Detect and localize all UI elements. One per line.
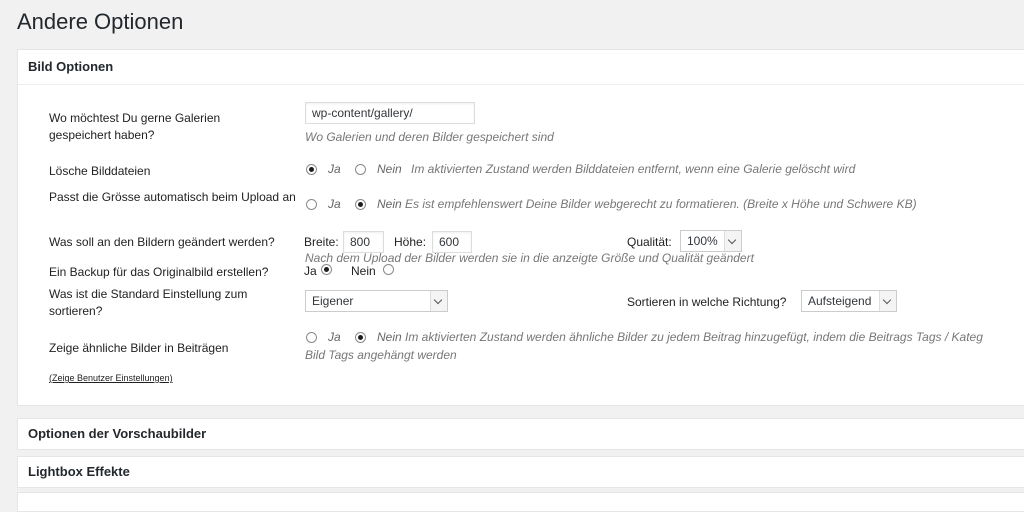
delete-files-description: Im aktivierten Zustand werden Bilddateie… bbox=[411, 162, 856, 176]
next-panel bbox=[17, 492, 1024, 512]
thumbnail-options-panel: Optionen der Vorschaubilder bbox=[17, 418, 1024, 450]
related-no-label: Nein bbox=[377, 330, 402, 344]
delete-files-yes-label: Ja bbox=[328, 162, 341, 176]
delete-files-yes-radio[interactable] bbox=[306, 164, 317, 175]
backup-no-radio[interactable] bbox=[383, 264, 394, 275]
auto-resize-yes-label: Ja bbox=[328, 197, 341, 211]
sort-direction-value: Aufsteigend bbox=[808, 294, 872, 308]
backup-label: Ein Backup für das Originalbild erstelle… bbox=[49, 265, 269, 279]
backup-yes-radio[interactable] bbox=[321, 264, 332, 275]
sort-label: Was ist die Standard Einstellung zum sor… bbox=[49, 287, 248, 318]
chevron-down-icon bbox=[724, 231, 741, 251]
auto-resize-no-label: Nein bbox=[377, 197, 402, 211]
auto-resize-label: Passt die Grösse automatisch beim Upload… bbox=[49, 190, 296, 204]
user-settings-link[interactable]: (Zeige Benutzer Einstellungen) bbox=[49, 373, 173, 383]
related-images-label: Zeige ähnliche Bilder in Beiträgen bbox=[49, 341, 229, 355]
related-description-line1: Im aktivierten Zustand werden ähnliche B… bbox=[405, 330, 983, 344]
chevron-down-icon bbox=[430, 291, 447, 311]
sort-direction-label: Sortieren in welche Richtung? bbox=[627, 295, 787, 309]
gallery-path-input[interactable]: wp-content/gallery/ bbox=[305, 102, 475, 124]
delete-files-label: Lösche Bilddateien bbox=[49, 164, 151, 178]
auto-resize-no-radio[interactable] bbox=[355, 199, 366, 210]
page-title: Andere Optionen bbox=[17, 9, 184, 34]
lightbox-effects-panel: Lightbox Effekte bbox=[17, 456, 1024, 488]
backup-no-label: Nein bbox=[351, 264, 376, 278]
related-no-radio[interactable] bbox=[355, 332, 366, 343]
height-label: Höhe: bbox=[394, 235, 427, 249]
gallery-path-label: Wo möchtest Du gerne Galerien gespeicher… bbox=[49, 111, 221, 142]
auto-resize-yes-radio[interactable] bbox=[306, 199, 317, 210]
gallery-path-description: Wo Galerien und deren Bilder gespeichert… bbox=[305, 130, 554, 144]
quality-select[interactable]: 100% bbox=[680, 230, 742, 252]
delete-files-no-radio[interactable] bbox=[355, 164, 366, 175]
backup-yes-label: Ja bbox=[304, 264, 317, 278]
related-description-line2: Bild Tags angehängt werden bbox=[305, 348, 457, 362]
quality-value: 100% bbox=[687, 234, 718, 248]
chevron-down-icon bbox=[879, 291, 896, 311]
image-options-heading[interactable]: Bild Optionen bbox=[18, 50, 1024, 85]
resize-label: Was soll an den Bildern geändert werden? bbox=[49, 235, 275, 249]
lightbox-effects-heading[interactable]: Lightbox Effekte bbox=[18, 457, 1024, 487]
sort-direction-select[interactable]: Aufsteigend bbox=[801, 290, 897, 312]
quality-label: Qualität: bbox=[627, 235, 672, 249]
sort-select[interactable]: Eigener bbox=[305, 290, 448, 312]
auto-resize-description: Es ist empfehlenswert Deine Bilder webge… bbox=[405, 197, 917, 211]
related-yes-radio[interactable] bbox=[306, 332, 317, 343]
related-yes-label: Ja bbox=[328, 330, 341, 344]
width-label: Breite: bbox=[304, 235, 339, 249]
thumbnail-options-heading[interactable]: Optionen der Vorschaubilder bbox=[18, 419, 1024, 449]
sort-value: Eigener bbox=[312, 294, 354, 308]
delete-files-no-label: Nein bbox=[377, 162, 402, 176]
